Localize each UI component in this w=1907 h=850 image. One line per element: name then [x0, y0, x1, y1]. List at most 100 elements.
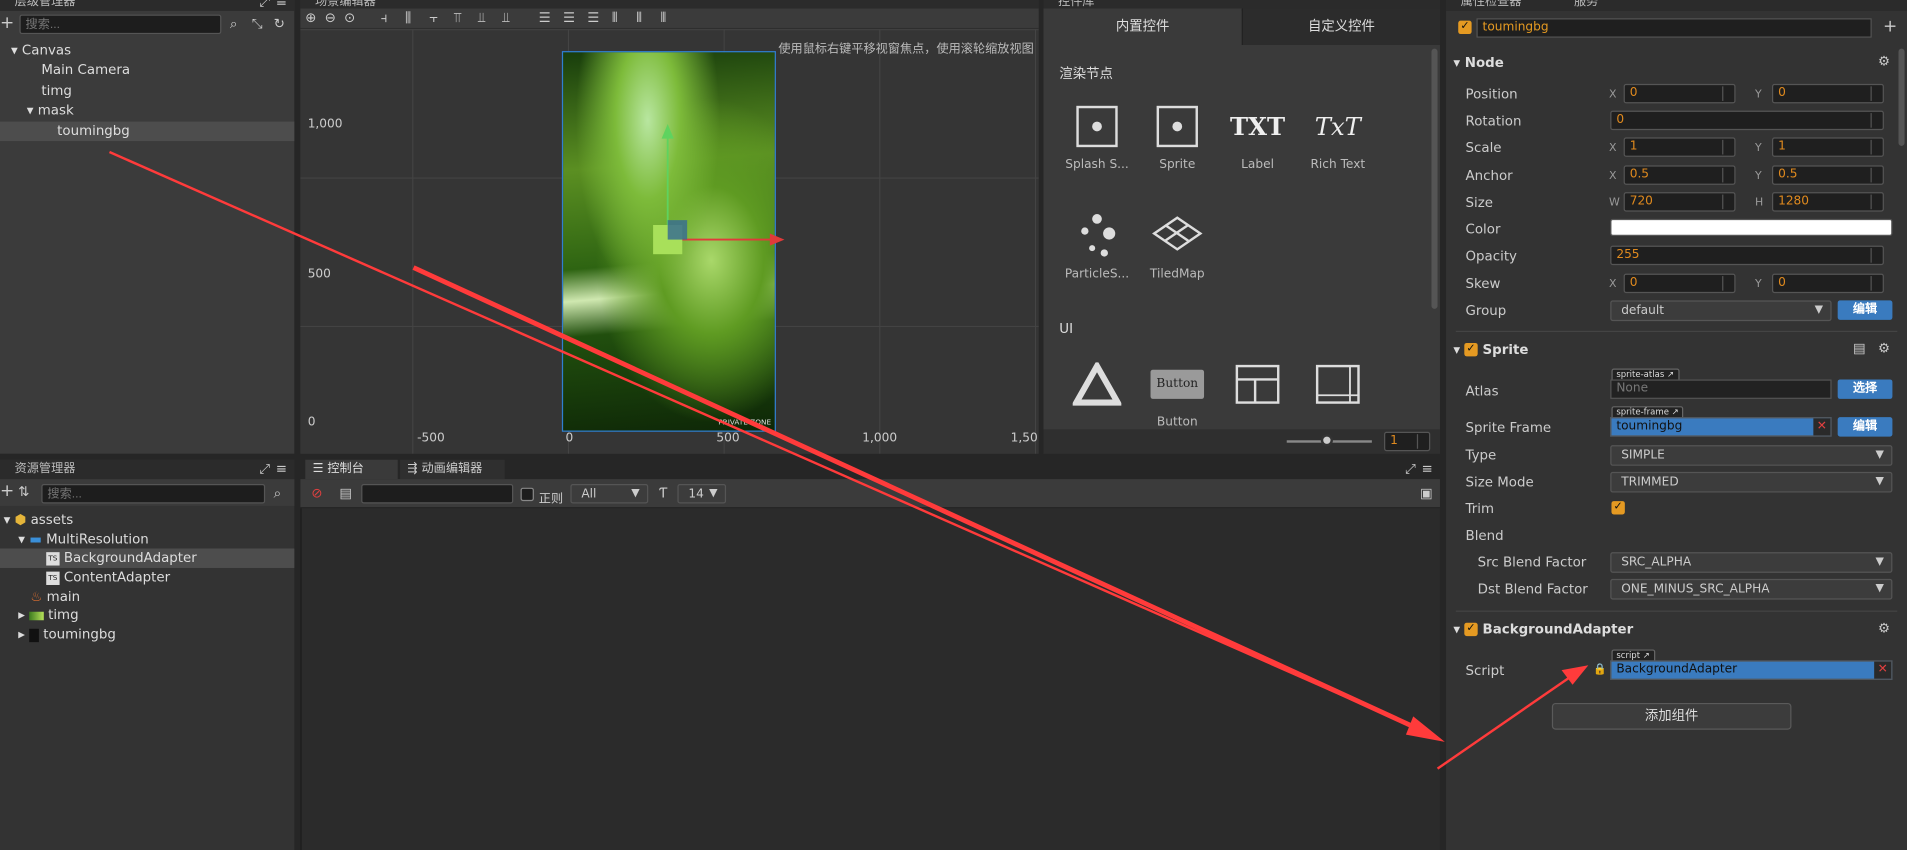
- library-scrollbar[interactable]: [1431, 48, 1438, 309]
- hierarchy-search-input[interactable]: [19, 14, 222, 35]
- tree-node-timg[interactable]: timg: [0, 81, 294, 100]
- widget-label[interactable]: TXT Label: [1221, 100, 1294, 172]
- trim-checkbox[interactable]: ✓: [1611, 501, 1625, 515]
- opacity-input[interactable]: 255: [1610, 245, 1884, 266]
- color-swatch[interactable]: [1610, 218, 1893, 236]
- sort-icon[interactable]: ⇅: [18, 485, 29, 500]
- widget-scrollview[interactable]: [1301, 358, 1374, 416]
- anchor-x-input[interactable]: 0.5: [1623, 165, 1736, 185]
- asset-texture-timg[interactable]: ▸ timg: [0, 606, 294, 625]
- open-log-icon[interactable]: ▤: [339, 486, 352, 501]
- position-y-input[interactable]: 0: [1772, 83, 1884, 104]
- add-component-button[interactable]: 添加组件: [1551, 702, 1792, 730]
- scale-y-input[interactable]: 1: [1772, 137, 1884, 157]
- dst-blend-select[interactable]: ONE_MINUS_SRC_ALPHA ▼: [1610, 578, 1893, 600]
- zoom-out-icon[interactable]: ⊖: [325, 10, 336, 26]
- clear-icon[interactable]: ⊘: [311, 486, 322, 501]
- anchor-y-input[interactable]: 0.5: [1772, 165, 1884, 185]
- atlas-select-button[interactable]: 选择: [1837, 379, 1893, 399]
- align-vcenter-icon[interactable]: ⫫: [478, 10, 486, 26]
- gear-icon[interactable]: ⚙: [1878, 621, 1890, 636]
- collapse-log-icon[interactable]: ▣: [1420, 486, 1433, 501]
- asset-texture-toumingbg[interactable]: ▸ toumingbg: [0, 625, 294, 644]
- widget-button[interactable]: Button Button: [1141, 358, 1214, 429]
- inspector-scrollbar[interactable]: [1898, 48, 1905, 146]
- group-select[interactable]: default ▼: [1610, 300, 1832, 322]
- src-blend-select[interactable]: SRC_ALPHA ▼: [1610, 552, 1893, 573]
- widget-particle-system[interactable]: ParticleS...: [1061, 209, 1134, 281]
- adapter-section-header[interactable]: ▾: [1453, 621, 1460, 637]
- widget-rich-text[interactable]: TxT Rich Text: [1301, 100, 1374, 172]
- asset-folder-assets[interactable]: ▾ ⬢ assets: [0, 511, 294, 530]
- align-right-icon[interactable]: ⫟: [429, 10, 437, 26]
- distribute-hcenter-icon[interactable]: ⦀: [636, 10, 642, 26]
- book-icon[interactable]: ▤: [1853, 341, 1866, 357]
- scale-x-input[interactable]: 1: [1623, 137, 1736, 157]
- position-x-input[interactable]: 0: [1623, 83, 1736, 104]
- expand-arrow-icon[interactable]: ▾: [11, 43, 18, 59]
- atlas-field[interactable]: None: [1610, 379, 1832, 399]
- panel-menu-icon[interactable]: ≡: [276, 0, 287, 10]
- size-mode-select[interactable]: TRIMMED ▼: [1610, 471, 1893, 493]
- refresh-icon[interactable]: ↻: [274, 16, 285, 32]
- regex-checkbox[interactable]: [520, 487, 534, 502]
- collapse-icon[interactable]: ⤡: [252, 16, 263, 32]
- console-output[interactable]: [300, 508, 1440, 850]
- sprite-section-header[interactable]: ▾: [1453, 342, 1460, 358]
- distribute-right-icon[interactable]: ⦀: [660, 10, 666, 26]
- tree-node-mask[interactable]: ▾ mask: [0, 101, 294, 120]
- node-section-header[interactable]: ▾ Node: [1453, 55, 1503, 71]
- gear-icon[interactable]: ⚙: [1878, 54, 1890, 70]
- asset-script-backgroundadapter[interactable]: TS BackgroundAdapter: [0, 548, 295, 568]
- align-left-icon[interactable]: ⫞: [381, 10, 388, 26]
- panel-expand-icon[interactable]: ⤢: [1405, 462, 1416, 477]
- type-select[interactable]: SIMPLE ▼: [1610, 445, 1893, 466]
- clear-x-icon[interactable]: ✕: [1874, 661, 1892, 679]
- assets-search-input[interactable]: [41, 484, 266, 504]
- tree-node-canvas[interactable]: ▾ Canvas: [0, 41, 294, 60]
- widget-sprite[interactable]: Sprite: [1141, 100, 1214, 171]
- tree-node-main-camera[interactable]: Main Camera: [0, 61, 294, 80]
- add-node-icon[interactable]: +: [0, 15, 14, 32]
- asset-script-contentadapter[interactable]: TS ContentAdapter: [0, 568, 294, 587]
- widget-tiledmap[interactable]: TiledMap: [1141, 209, 1214, 281]
- scene-viewport[interactable]: 1,000 500 0 -500 0 500 1,000 1,50 使用鼠标右键…: [300, 29, 1039, 454]
- distribute-top-icon[interactable]: ☰: [539, 10, 551, 26]
- panel-menu-icon[interactable]: ≡: [1421, 462, 1432, 477]
- panel-expand-icon[interactable]: ⤢: [259, 0, 270, 10]
- zoom-reset-icon[interactable]: ⊙: [344, 10, 355, 26]
- zoom-slider-handle[interactable]: [1320, 434, 1333, 447]
- font-size-select[interactable]: 14 ▼: [677, 484, 727, 504]
- clear-x-icon[interactable]: ✕: [1813, 418, 1831, 436]
- distribute-bottom-icon[interactable]: ☰: [587, 10, 599, 26]
- sprite-frame-field[interactable]: toumingbg ✕: [1610, 417, 1832, 437]
- align-hcenter-icon[interactable]: ⫼: [405, 10, 411, 26]
- add-asset-icon[interactable]: +: [0, 483, 14, 500]
- size-h-input[interactable]: 1280: [1772, 192, 1884, 212]
- group-edit-button[interactable]: 编辑: [1837, 300, 1893, 320]
- distribute-left-icon[interactable]: ⦀: [612, 10, 618, 26]
- align-top-icon[interactable]: ⫪: [454, 10, 462, 26]
- zoom-in-icon[interactable]: ⊕: [305, 10, 316, 26]
- search-icon[interactable]: ⌕: [274, 486, 282, 501]
- widget-ui-sprite[interactable]: [1061, 358, 1134, 416]
- panel-menu-icon[interactable]: ≡: [276, 462, 287, 477]
- script-field[interactable]: BackgroundAdapter ✕: [1610, 660, 1893, 680]
- rotation-input[interactable]: 0: [1610, 110, 1884, 131]
- skew-y-input[interactable]: 0: [1772, 273, 1884, 294]
- tab-animation[interactable]: ⇶ 动画编辑器: [400, 459, 505, 480]
- distribute-vcenter-icon[interactable]: ☰: [563, 10, 575, 26]
- sprite-enabled-checkbox[interactable]: ✓: [1464, 342, 1478, 357]
- expand-arrow-icon[interactable]: ▾: [27, 102, 34, 118]
- skew-x-input[interactable]: 0: [1623, 273, 1736, 294]
- tab-builtin[interactable]: 内置控件: [1043, 8, 1242, 45]
- search-icon[interactable]: ⌕: [230, 16, 238, 32]
- services-tab[interactable]: 服务: [1574, 0, 1598, 9]
- tab-console[interactable]: ☰ 控制台: [305, 459, 398, 480]
- asset-scene-main[interactable]: ♨ main: [0, 587, 294, 606]
- console-filter-input[interactable]: [361, 484, 514, 504]
- adapter-enabled-checkbox[interactable]: ✓: [1464, 622, 1478, 637]
- asset-folder-multiresolution[interactable]: ▾ ▬ MultiResolution: [0, 530, 294, 549]
- node-name-input[interactable]: toumingbg: [1476, 18, 1872, 38]
- align-bottom-icon[interactable]: ⫫: [502, 10, 510, 26]
